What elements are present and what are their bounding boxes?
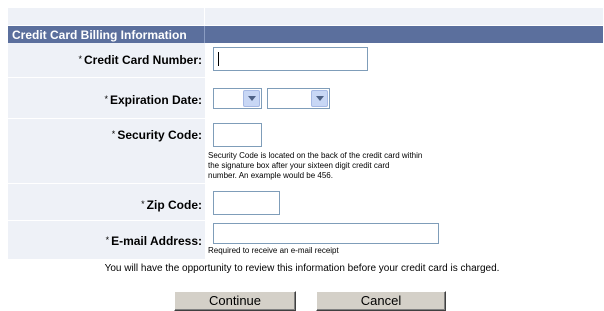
chevron-down-icon[interactable] — [311, 90, 328, 107]
card-number-input[interactable] — [213, 47, 368, 71]
email-help: Required to receive an e-mail receipt — [208, 246, 339, 255]
top-spacer-left — [8, 8, 204, 25]
email-label: * E-mail Address: — [106, 234, 204, 248]
header-divider — [204, 26, 205, 43]
continue-button[interactable]: Continue — [174, 291, 296, 311]
text-caret — [218, 52, 219, 66]
section-title: Credit Card Billing Information — [12, 28, 187, 42]
card-number-label: * Credit Card Number: — [78, 53, 204, 67]
help-line: Security Code is located on the back of … — [208, 151, 423, 160]
required-mark: * — [78, 54, 82, 64]
required-mark: * — [111, 129, 116, 139]
zip-label-text: Zip Code: — [146, 198, 202, 212]
email-label-text: E-mail Address: — [111, 234, 202, 248]
expiration-label-text: Expiration Date: — [109, 93, 202, 107]
security-code-label: * Security Code: — [112, 128, 204, 142]
expiration-label: * Expiration Date: — [104, 93, 204, 107]
security-code-label-text: Security Code: — [117, 128, 202, 142]
required-mark: * — [105, 235, 110, 245]
top-spacer-row — [8, 8, 603, 25]
row-divider — [8, 118, 603, 119]
section-header: Credit Card Billing Information — [8, 26, 603, 43]
zip-input[interactable] — [213, 191, 280, 215]
row-divider — [8, 183, 603, 184]
billing-form: * Credit Card Number: * Expiration Date: *… — [8, 43, 603, 259]
row-divider — [8, 220, 603, 221]
card-number-label-text: Credit Card Number: — [83, 53, 202, 67]
label-column — [8, 43, 204, 259]
review-note: You will have the opportunity to review … — [104, 263, 500, 274]
top-spacer-right — [205, 8, 603, 25]
help-line: the signature box after your sixteen dig… — [208, 161, 390, 170]
chevron-down-icon[interactable] — [243, 90, 260, 107]
required-mark: * — [104, 94, 108, 104]
help-line: number. An example would be 456. — [208, 171, 333, 180]
security-code-help: Security Code is located on the back of … — [208, 151, 598, 181]
expiration-month-select[interactable] — [213, 88, 262, 109]
required-mark: * — [141, 199, 145, 209]
row-divider — [8, 77, 603, 78]
expiration-year-select[interactable] — [267, 88, 330, 109]
cancel-button[interactable]: Cancel — [316, 291, 446, 311]
email-input[interactable] — [213, 223, 439, 244]
security-code-input[interactable] — [213, 123, 262, 147]
zip-label: * Zip Code: — [141, 198, 204, 212]
